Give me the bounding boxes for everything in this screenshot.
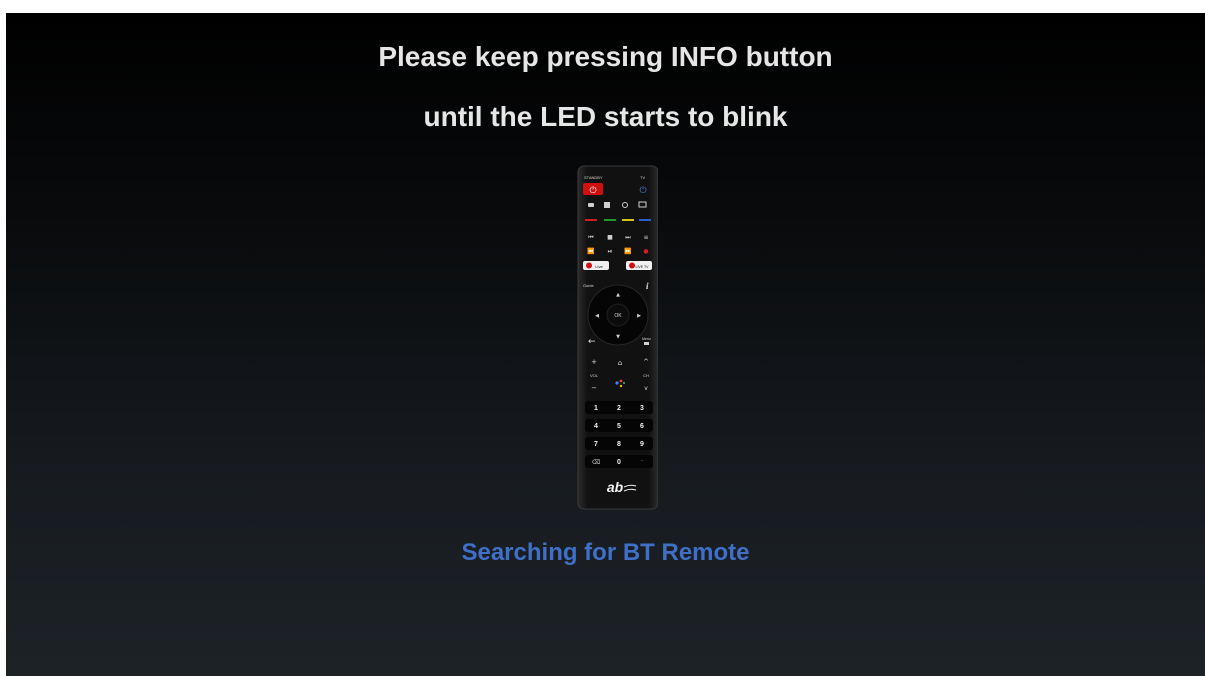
svg-text:●: ● <box>643 248 648 255</box>
key-1: 1 <box>594 405 598 412</box>
pairing-screen: Please keep pressing INFO button until t… <box>6 13 1205 676</box>
svg-text:^: ^ <box>643 358 649 366</box>
blue-button <box>639 219 651 221</box>
svg-text:⏭: ⏭ <box>625 234 631 241</box>
vol-label: VOL <box>590 373 599 378</box>
yellow-button <box>622 219 634 221</box>
guide-label: Guide <box>583 283 594 288</box>
key-6: 6 <box>640 423 644 430</box>
live-label: Live <box>595 264 603 269</box>
key-0: 0 <box>617 459 621 466</box>
menu-icon <box>644 342 649 345</box>
svg-text:⏯: ⏯ <box>608 248 613 255</box>
home-icon: ⌂ <box>618 359 622 367</box>
svg-text:▼: ▼ <box>616 334 620 340</box>
svg-text:⏩: ⏩ <box>624 247 632 255</box>
svg-text:−: − <box>591 384 597 392</box>
key-7: 7 <box>594 441 598 448</box>
brand-logo: ab <box>607 479 624 495</box>
live-tv-label: LIVE TV <box>636 265 650 269</box>
key-9: 9 <box>640 441 644 448</box>
standby-label: STANDBY <box>584 175 603 180</box>
remote-control-image: STANDBY TV ⏻ ⏻ ⏮ ■ ⏭ ≡ ⏪ ⏯ ⏩ ● Live LIVE… <box>566 165 658 510</box>
svg-text:▲: ▲ <box>616 292 620 298</box>
key-4: 4 <box>594 423 598 430</box>
green-button <box>604 219 616 221</box>
delete-icon: ⌫ <box>591 459 600 466</box>
instruction-line-2: until the LED starts to blink <box>423 101 788 132</box>
svg-text:v: v <box>644 385 648 392</box>
menu-label: Menu <box>642 337 651 341</box>
ch-label: CH <box>643 373 649 378</box>
tv-power-icon: ⏻ <box>639 185 646 196</box>
dot-key-icon: · <box>641 458 643 465</box>
svg-text:⏮: ⏮ <box>588 234 594 241</box>
svg-text:⏪: ⏪ <box>587 247 595 255</box>
key-2: 2 <box>617 405 621 412</box>
red-button <box>585 219 597 221</box>
svg-text:◀: ◀ <box>595 313 599 319</box>
status-message: Searching for BT Remote <box>461 539 750 566</box>
svg-text:■: ■ <box>607 234 613 241</box>
power-icon: ⏻ <box>589 185 596 196</box>
tv-label: TV <box>640 175 645 180</box>
back-icon: ← <box>588 337 596 347</box>
svg-text:+: + <box>591 358 597 366</box>
svg-text:▶: ▶ <box>637 313 641 319</box>
key-8: 8 <box>617 441 621 448</box>
svg-text:≡: ≡ <box>643 234 648 241</box>
key-3: 3 <box>640 405 644 412</box>
ok-label: OK <box>614 313 622 319</box>
instruction-line-1: Please keep pressing INFO button <box>378 41 833 72</box>
key-5: 5 <box>617 423 621 430</box>
